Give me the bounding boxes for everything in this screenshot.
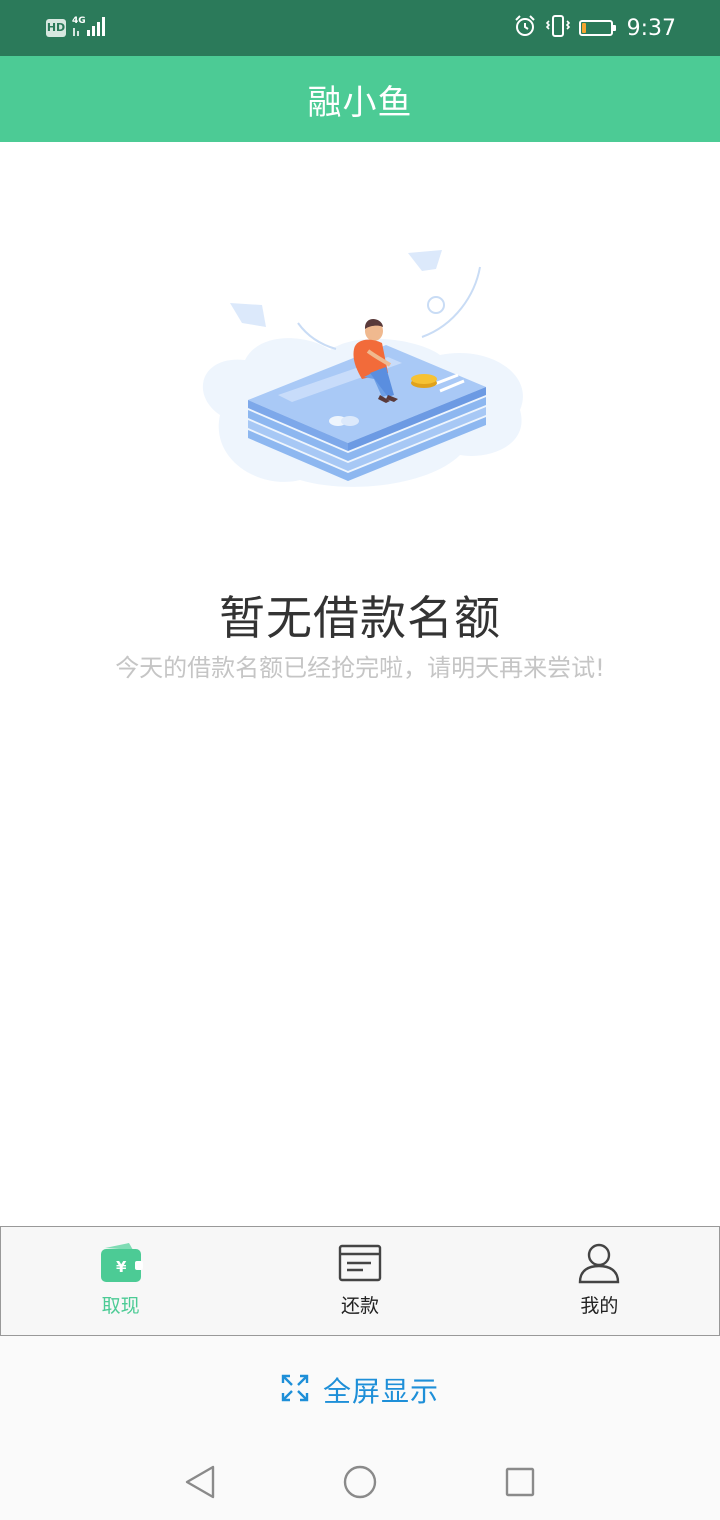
tab-withdraw[interactable]: ¥ 取现 (1, 1227, 240, 1335)
signal-icon: 4G (72, 14, 112, 42)
tab-withdraw-label: 取现 (101, 1295, 140, 1317)
wallet-icon: ¥ (98, 1241, 144, 1285)
battery-level (581, 23, 586, 33)
tab-profile[interactable]: 我的 (480, 1227, 719, 1335)
vibrate-icon (545, 14, 571, 42)
tab-profile-label: 我的 (580, 1295, 619, 1317)
alarm-icon (513, 14, 537, 42)
status-right-group: 9:37 (513, 12, 676, 44)
app-header: 融小鱼 (0, 56, 720, 142)
svg-text:¥: ¥ (116, 1258, 127, 1276)
hd-icon: HD (46, 19, 66, 37)
tab-repay[interactable]: 还款 (240, 1227, 479, 1335)
tab-repay-label: 还款 (340, 1295, 379, 1317)
fullscreen-button[interactable]: 全屏显示 (0, 1336, 720, 1444)
recents-icon[interactable] (498, 1460, 542, 1504)
status-left-group: HD 4G (46, 14, 112, 42)
status-time: 9:37 (626, 15, 676, 41)
svg-text:4G: 4G (72, 16, 86, 26)
empty-state-subtitle: 今天的借款名额已经抢完啦，请明天再来尝试! (115, 654, 605, 682)
back-icon[interactable] (178, 1460, 222, 1504)
empty-state-title: 暂无借款名额 (219, 591, 501, 645)
expand-icon (281, 1374, 309, 1406)
fullscreen-label: 全屏显示 (322, 1375, 439, 1408)
system-nav-bar (0, 1444, 720, 1520)
bottom-tab-bar: ¥ 取现 还款 我的 (0, 1226, 720, 1336)
person-sitting-on-card-stack-illustration (190, 245, 530, 495)
user-icon (576, 1241, 622, 1285)
page-title: 融小鱼 (307, 82, 413, 123)
bill-icon (337, 1241, 383, 1285)
status-bar: HD 4G 9:37 (0, 0, 720, 56)
home-icon[interactable] (338, 1460, 382, 1504)
battery-icon (578, 20, 616, 36)
